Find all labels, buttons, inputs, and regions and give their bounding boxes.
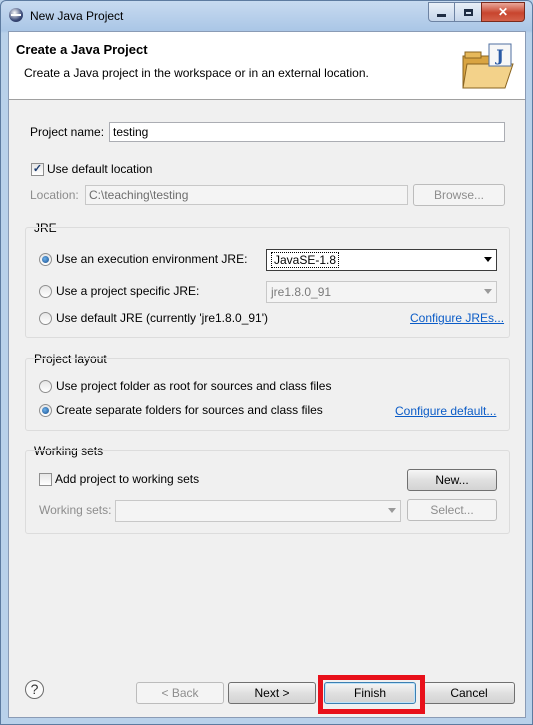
chevron-down-icon (484, 257, 492, 262)
location-label: Location: (30, 188, 79, 202)
new-java-project-window: New Java Project ✕ Create a Java Project… (0, 0, 533, 725)
page-title: Create a Java Project (16, 42, 148, 57)
project-specific-jre-value: jre1.8.0_91 (271, 285, 332, 299)
close-button[interactable]: ✕ (481, 2, 525, 22)
maximize-button[interactable] (454, 2, 482, 22)
project-layout-group (25, 358, 510, 431)
dialog-body: Create a Java Project Create a Java proj… (8, 31, 526, 718)
svg-text:J: J (494, 46, 504, 65)
default-jre-label: Use default JRE (currently 'jre1.8.0_91'… (56, 311, 269, 325)
window-controls: ✕ (428, 2, 525, 22)
separate-folders-label: Create separate folders for sources and … (56, 403, 323, 417)
maximize-icon (463, 8, 473, 16)
project-specific-jre-radio[interactable] (39, 285, 52, 298)
use-default-location-label: Use default location (47, 162, 153, 176)
add-to-working-sets-label: Add project to working sets (55, 472, 200, 486)
eclipse-icon (9, 8, 23, 22)
project-folder-root-radio[interactable] (39, 380, 52, 393)
chevron-down-icon (388, 508, 396, 513)
wizard-banner: Create a Java Project Create a Java proj… (9, 32, 525, 100)
add-to-working-sets-checkbox[interactable] (39, 473, 52, 486)
browse-button[interactable]: Browse... (413, 184, 505, 206)
project-specific-jre-combo[interactable]: jre1.8.0_91 (266, 281, 497, 303)
cancel-button[interactable]: Cancel (423, 682, 515, 704)
project-name-label: Project name: (30, 125, 105, 139)
configure-default-link[interactable]: Configure default... (395, 404, 496, 418)
project-folder-root-label: Use project folder as root for sources a… (56, 379, 332, 393)
separate-folders-radio[interactable] (39, 404, 52, 417)
page-description: Create a Java project in the workspace o… (24, 66, 369, 80)
execution-environment-combo[interactable]: JavaSE-1.8 (266, 249, 497, 271)
next-button[interactable]: Next > (228, 682, 316, 704)
help-icon[interactable]: ? (25, 680, 44, 699)
location-input[interactable]: C:\teaching\testing (85, 185, 408, 205)
configure-jres-link[interactable]: Configure JREs... (410, 311, 504, 325)
working-sets-label: Working sets: (39, 503, 112, 517)
working-sets-combo[interactable] (115, 500, 401, 522)
execution-environment-label: Use an execution environment JRE: (56, 252, 248, 266)
execution-environment-value: JavaSE-1.8 (271, 252, 340, 268)
execution-environment-radio[interactable] (39, 253, 52, 266)
chevron-down-icon (484, 289, 492, 294)
default-jre-radio[interactable] (39, 312, 52, 325)
minimize-button[interactable] (428, 2, 455, 22)
finish-highlight-box (318, 675, 425, 714)
close-icon: ✕ (497, 5, 509, 19)
back-button[interactable]: < Back (136, 682, 224, 704)
select-working-sets-button[interactable]: Select... (407, 499, 497, 521)
window-title: New Java Project (30, 9, 124, 23)
title-bar[interactable]: New Java Project ✕ (1, 1, 532, 31)
new-working-set-button[interactable]: New... (407, 469, 497, 491)
project-specific-jre-label: Use a project specific JRE: (56, 284, 200, 298)
java-project-folder-icon: J (462, 43, 514, 89)
minimize-icon (437, 13, 446, 17)
use-default-location-checkbox[interactable]: ✓ (31, 163, 44, 176)
project-name-input[interactable]: testing (109, 122, 505, 142)
